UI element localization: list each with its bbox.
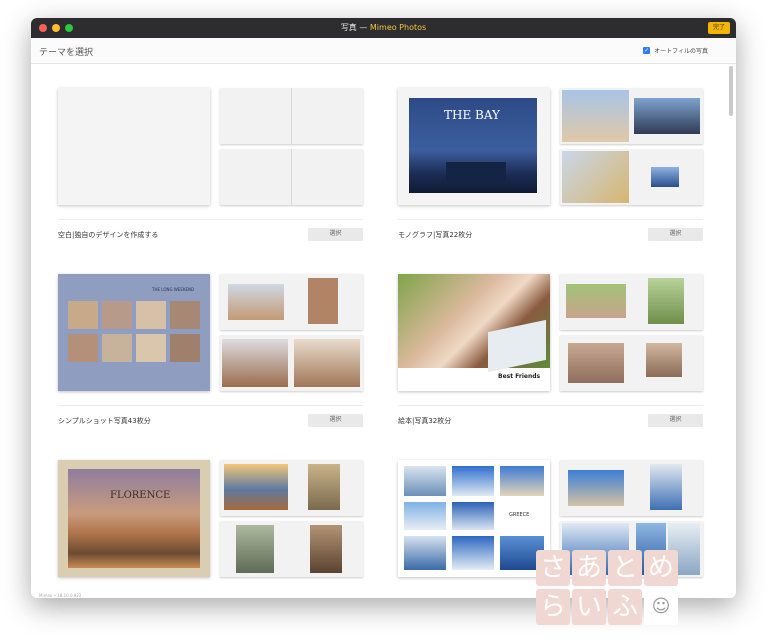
theme-label-row: モノグラフ|写真22枚分 選択 [398,219,703,241]
select-button[interactable]: 選択 [648,414,703,427]
zoom-button[interactable] [65,24,73,32]
toolbar: テーマを選択 ✓ オートフィルの写真 [31,38,736,64]
watermark-char: と [608,550,642,586]
page-title: テーマを選択 [39,48,94,58]
theme-label: モノグラフ|写真22枚分 [398,231,473,239]
select-button[interactable]: 選択 [308,414,363,427]
window-title: 写真 — Mimeo Photos [341,18,426,38]
theme-preview-spread [220,88,363,144]
theme-preview-cover[interactable]: THE LONG WEEKEND [58,274,210,391]
window-controls [39,24,73,32]
theme-label-row: 空白|独自のデザインを作成する 選択 [58,219,363,241]
theme-label: 絵本|写真32枚分 [398,417,452,425]
theme-label: シンプルショット写真43枚分 [58,417,151,425]
theme-preview-cover[interactable]: FLORENCE [58,460,210,577]
theme-preview-spread [560,88,703,144]
cover-title: FLORENCE [110,490,171,501]
watermark-char: ら [536,589,570,625]
select-button[interactable]: 選択 [308,228,363,241]
watermark-char: め [644,550,678,586]
theme-preview-spread [560,460,703,516]
autofill-checkbox[interactable]: ✓ [643,47,651,54]
theme-preview-spread [560,335,703,391]
done-button[interactable]: 完了 [707,22,730,34]
theme-preview-spread [220,460,363,516]
theme-preview-cover[interactable]: Best Friends [398,274,550,391]
cover-photo-detail [446,162,506,182]
cover-title: Best Friends [498,373,541,380]
theme-preview-cover[interactable]: GREECE [398,460,550,577]
window-title-prefix: 写真 — [340,23,368,32]
title-bar: 写真 — Mimeo Photos 完了 [31,18,736,38]
minimize-button[interactable] [52,24,60,32]
theme-grid: 空白|独自のデザインを作成する 選択 THE BAY モノグラフ|写真22枚分 … [31,64,736,598]
cover-title: THE LONG WEEKEND [152,287,195,292]
theme-preview-spread [220,521,363,577]
theme-label: 空白|独自のデザインを作成する [58,231,159,239]
close-button[interactable] [39,24,47,32]
theme-preview-cover[interactable] [58,88,210,205]
theme-preview-spread [220,274,363,330]
theme-preview-spread [220,335,363,391]
window-title-app: Mimeo Photos [369,23,427,32]
cover-title: THE BAY [444,108,500,122]
theme-preview-cover[interactable]: THE BAY [398,88,550,205]
cover-photo [68,469,200,568]
watermark-char: あ [572,550,606,586]
theme-label-row: シンプルショット写真43枚分 選択 [58,405,363,427]
autofill-toggle[interactable]: ✓ オートフィルの写真 [643,46,708,55]
watermark-logo: さ あ と め ら い ふ ☺ [536,550,726,640]
watermark-char: い [572,589,606,625]
cover-title: GREECE [509,512,530,518]
theme-preview-spread [220,149,363,205]
app-window: 写真 — Mimeo Photos 完了 テーマを選択 ✓ オートフィルの写真 … [31,18,736,598]
theme-preview-spread [560,149,703,205]
select-button[interactable]: 選択 [648,228,703,241]
theme-label-row: 絵本|写真32枚分 選択 [398,405,703,427]
autofill-label: オートフィルの写真 [654,48,708,55]
watermark-char: さ [536,550,570,586]
mascot-icon: ☺ [644,589,678,625]
footer-version: Mimeo • 18.10.0.822 [39,593,82,598]
theme-preview-spread [560,274,703,330]
watermark-char: ふ [608,589,642,625]
